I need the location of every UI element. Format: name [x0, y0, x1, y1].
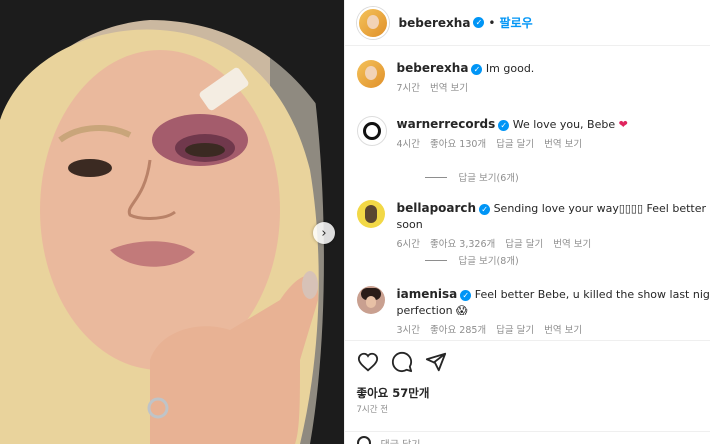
translate-link[interactable]: 번역 보기 — [553, 237, 591, 253]
next-photo-button[interactable]: › — [313, 222, 335, 244]
comment-username[interactable]: warnerrecords — [397, 117, 496, 131]
author-avatar-small[interactable] — [356, 60, 385, 88]
reply-link[interactable]: 답글 달기 — [496, 137, 534, 153]
post-footer: 좋아요 57만개 7시간 전 댓글 달기... — [344, 340, 710, 444]
warnerrecords-avatar[interactable] — [356, 116, 387, 146]
comment-time: 3시간 — [396, 325, 421, 336]
comment-username[interactable]: bellapoarch — [397, 201, 477, 215]
comment-username[interactable]: iamenisa — [397, 287, 458, 301]
comment-likes[interactable]: 좋아요 130개 — [430, 137, 486, 153]
view-replies-link[interactable]: 답글 보기(8개) — [425, 253, 519, 267]
verified-badge-icon: ✓ — [498, 119, 510, 131]
comment-likes[interactable]: 좋아요 3,326개 — [430, 237, 495, 253]
follow-button[interactable]: 팔로우 — [500, 14, 533, 31]
comment-text: Feel better Bebe, u killed the show last… — [474, 288, 710, 301]
comments-panel: beberexha ✓ • 팔로우 beberexha ✓ Im good. 7시… — [343, 0, 710, 444]
post-photo[interactable]: › — [0, 0, 344, 444]
heart-icon[interactable] — [357, 351, 379, 373]
translate-link[interactable]: 번역 보기 — [544, 323, 582, 339]
verified-badge-icon: ✓ — [473, 17, 485, 28]
comment-icon[interactable] — [391, 351, 413, 373]
send-icon[interactable] — [425, 351, 447, 373]
verified-badge-icon: ✓ — [479, 203, 491, 215]
comment-time: 4시간 — [396, 139, 421, 150]
comment-likes[interactable]: 좋아요 285개 — [430, 323, 486, 339]
verified-badge-icon: ✓ — [471, 63, 483, 75]
action-bar — [357, 351, 447, 373]
post-header: beberexha ✓ • 팔로우 — [344, 0, 710, 46]
comment-text: We love you, Bebe — [512, 118, 616, 131]
selfie-photo — [0, 0, 344, 444]
verified-badge-icon: ✓ — [460, 289, 472, 301]
bellapoarch-avatar[interactable] — [356, 200, 385, 228]
post-timestamp: 7시간 전 — [356, 405, 389, 415]
author-username[interactable]: beberexha — [399, 16, 471, 30]
caption-text: Im good. — [485, 62, 535, 75]
translate-link[interactable]: 번역 보기 — [544, 137, 582, 153]
add-comment-input[interactable]: 댓글 달기... — [381, 436, 431, 444]
like-count[interactable]: 좋아요 57만개 — [357, 385, 430, 401]
separator-dot: • — [488, 15, 496, 30]
caption-username[interactable]: beberexha — [397, 61, 469, 75]
comment-text-continued: perfection 😱 — [396, 304, 468, 317]
reply-link[interactable]: 답글 달기 — [505, 237, 543, 253]
iamenisa-avatar[interactable] — [356, 286, 385, 314]
heart-emoji: ❤ — [618, 118, 628, 131]
view-replies-link[interactable]: 답글 보기(6개) — [425, 170, 519, 184]
translate-link[interactable]: 번역 보기 — [430, 81, 468, 97]
reply-link[interactable]: 답글 달기 — [496, 323, 534, 339]
author-avatar[interactable] — [356, 6, 389, 39]
comment-time: 6시간 — [396, 239, 421, 250]
add-comment-bar: 댓글 달기... — [344, 431, 710, 444]
caption-time: 7시간 — [396, 83, 421, 94]
instagram-post: › beberexha ✓ • 팔로우 beberexha ✓ Im good. … — [0, 0, 710, 444]
emoji-icon[interactable] — [356, 436, 371, 444]
chevron-right-icon: › — [321, 225, 327, 241]
